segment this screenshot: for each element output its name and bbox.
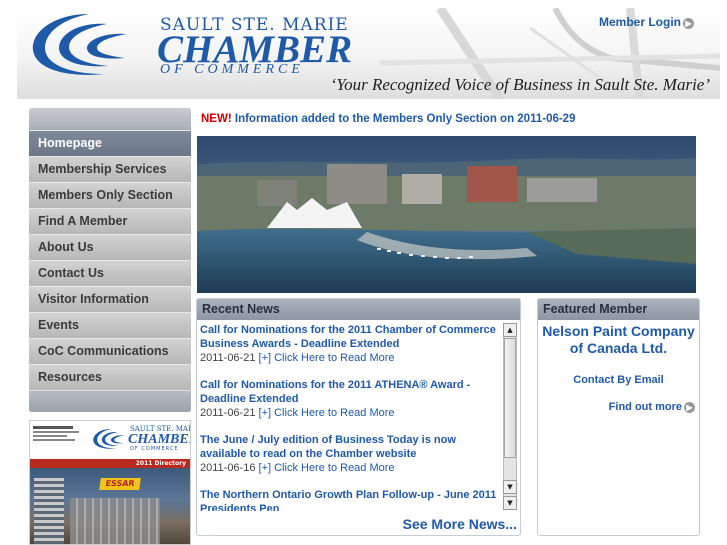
swoosh-icon bbox=[32, 14, 127, 75]
find-out-more-link[interactable]: Find out more ▶ bbox=[609, 401, 695, 413]
arrow-right-icon: ▶ bbox=[684, 402, 695, 413]
news-date: 2011-06-21 bbox=[200, 407, 256, 419]
find-out-more-label: Find out more bbox=[608, 401, 682, 413]
recent-news-heading: Recent News bbox=[197, 299, 520, 320]
scroll-up-button[interactable]: ▲ bbox=[503, 323, 517, 337]
news-meta: 2011-06-21 [+] Click Here to Read More bbox=[200, 351, 501, 365]
nav-item-coc-communications[interactable]: CoC Communications bbox=[29, 338, 191, 364]
ad-swoosh-icon bbox=[93, 428, 125, 449]
triangle-up-icon: ▲ bbox=[507, 326, 513, 334]
triangle-down-icon: ▼ bbox=[507, 499, 513, 507]
news-list: Call for Nominations for the 2011 Chambe… bbox=[200, 323, 501, 511]
nav-item-find-member[interactable]: Find A Member bbox=[29, 208, 191, 234]
recent-news-box: Recent News Call for Nominations for the… bbox=[196, 298, 521, 536]
logo-of-commerce: OF COMMERCE bbox=[160, 62, 304, 77]
announcement-link[interactable]: NEW! Information added to the Members On… bbox=[201, 113, 575, 125]
nav-item-about-us[interactable]: About Us bbox=[29, 234, 191, 260]
nav-item-membership-services[interactable]: Membership Services bbox=[29, 156, 191, 182]
announcement-text: Information added to the Members Only Se… bbox=[234, 113, 576, 125]
scroll-down-button-2[interactable]: ▼ bbox=[503, 496, 517, 510]
ad-essar-sign: ESSAR bbox=[99, 478, 141, 490]
nav-item-members-only[interactable]: Members Only Section bbox=[29, 182, 191, 208]
ad-building bbox=[70, 498, 160, 544]
ad-building-left bbox=[34, 478, 64, 544]
nav-item-contact-us[interactable]: Contact Us bbox=[29, 260, 191, 286]
triangle-down-icon: ▼ bbox=[507, 483, 513, 491]
news-item: Call for Nominations for the 2011 ATHENA… bbox=[200, 378, 501, 420]
featured-member-heading: Featured Member bbox=[538, 299, 699, 320]
scroll-thumb[interactable] bbox=[504, 338, 516, 458]
ad-header: SAULT STE. MARIE CHAMBER OF COMMERCE bbox=[30, 421, 190, 457]
news-title-link[interactable]: Call for Nominations for the 2011 ATHENA… bbox=[200, 378, 501, 406]
nav-bottom-cap bbox=[29, 390, 191, 412]
news-title-link[interactable]: Call for Nominations for the 2011 Chambe… bbox=[200, 323, 501, 351]
news-title-link[interactable]: The June / July edition of Business Toda… bbox=[200, 433, 501, 461]
member-login-link[interactable]: Member Login ▶ bbox=[599, 15, 694, 29]
read-more-link[interactable]: [+] Click Here to Read More bbox=[259, 462, 395, 474]
news-date: 2011-06-16 bbox=[200, 462, 256, 474]
chamber-logo[interactable]: SAULT STE. MARIE CHAMBER OF COMMERCE bbox=[29, 10, 352, 80]
nav-item-events[interactable]: Events bbox=[29, 312, 191, 338]
news-scrollbar[interactable]: ▲ ▼ ▼ bbox=[503, 323, 517, 510]
ad-logo-commerce: OF COMMERCE bbox=[130, 446, 179, 452]
nav-item-resources[interactable]: Resources bbox=[29, 364, 191, 390]
nav-item-visitor-information[interactable]: Visitor Information bbox=[29, 286, 191, 312]
news-item: Call for Nominations for the 2011 Chambe… bbox=[200, 323, 501, 365]
news-date: 2011-06-21 bbox=[200, 352, 256, 364]
arrow-right-icon: ▶ bbox=[683, 18, 694, 29]
waterfront-photo bbox=[197, 136, 696, 293]
news-meta: 2011-06-16 [+] Click Here to Read More bbox=[200, 461, 501, 475]
main-navigation: Homepage Membership Services Members Onl… bbox=[29, 108, 191, 412]
featured-member-name[interactable]: Nelson Paint Company of Canada Ltd. bbox=[538, 323, 699, 357]
read-more-link[interactable]: [+] Click Here to Read More bbox=[259, 352, 395, 364]
ad-directory-bar: 2011 Directory bbox=[30, 459, 190, 468]
nav-top-cap bbox=[29, 108, 191, 130]
site-header: SAULT STE. MARIE CHAMBER OF COMMERCE Mem… bbox=[17, 8, 720, 99]
nav-item-homepage[interactable]: Homepage bbox=[29, 130, 191, 156]
new-badge: NEW! bbox=[201, 113, 232, 125]
see-more-news-link[interactable]: See More News... bbox=[403, 516, 517, 532]
news-meta: 2011-06-21 [+] Click Here to Read More bbox=[200, 406, 501, 420]
contact-by-email-link[interactable]: Contact By Email bbox=[538, 374, 699, 386]
tagline: ‘Your Recognized Voice of Business in Sa… bbox=[330, 75, 710, 94]
member-login-label: Member Login bbox=[598, 15, 681, 29]
featured-member-box: Featured Member Nelson Paint Company of … bbox=[537, 298, 700, 536]
news-item: The June / July edition of Business Toda… bbox=[200, 433, 501, 475]
news-item: The Northern Ontario Growth Plan Follow-… bbox=[200, 488, 501, 511]
scroll-down-button[interactable]: ▼ bbox=[503, 480, 517, 494]
ad-fine-print bbox=[33, 426, 85, 441]
ad-cover-image: ESSAR bbox=[30, 468, 190, 544]
ad-directory-label: 2011 Directory bbox=[135, 460, 186, 467]
news-title-link[interactable]: The Northern Ontario Growth Plan Follow-… bbox=[200, 488, 501, 511]
waterfront-illustration bbox=[197, 136, 696, 293]
read-more-link[interactable]: [+] Click Here to Read More bbox=[259, 407, 395, 419]
business-directory-ad[interactable]: SAULT STE. MARIE CHAMBER OF COMMERCE 201… bbox=[29, 420, 191, 545]
